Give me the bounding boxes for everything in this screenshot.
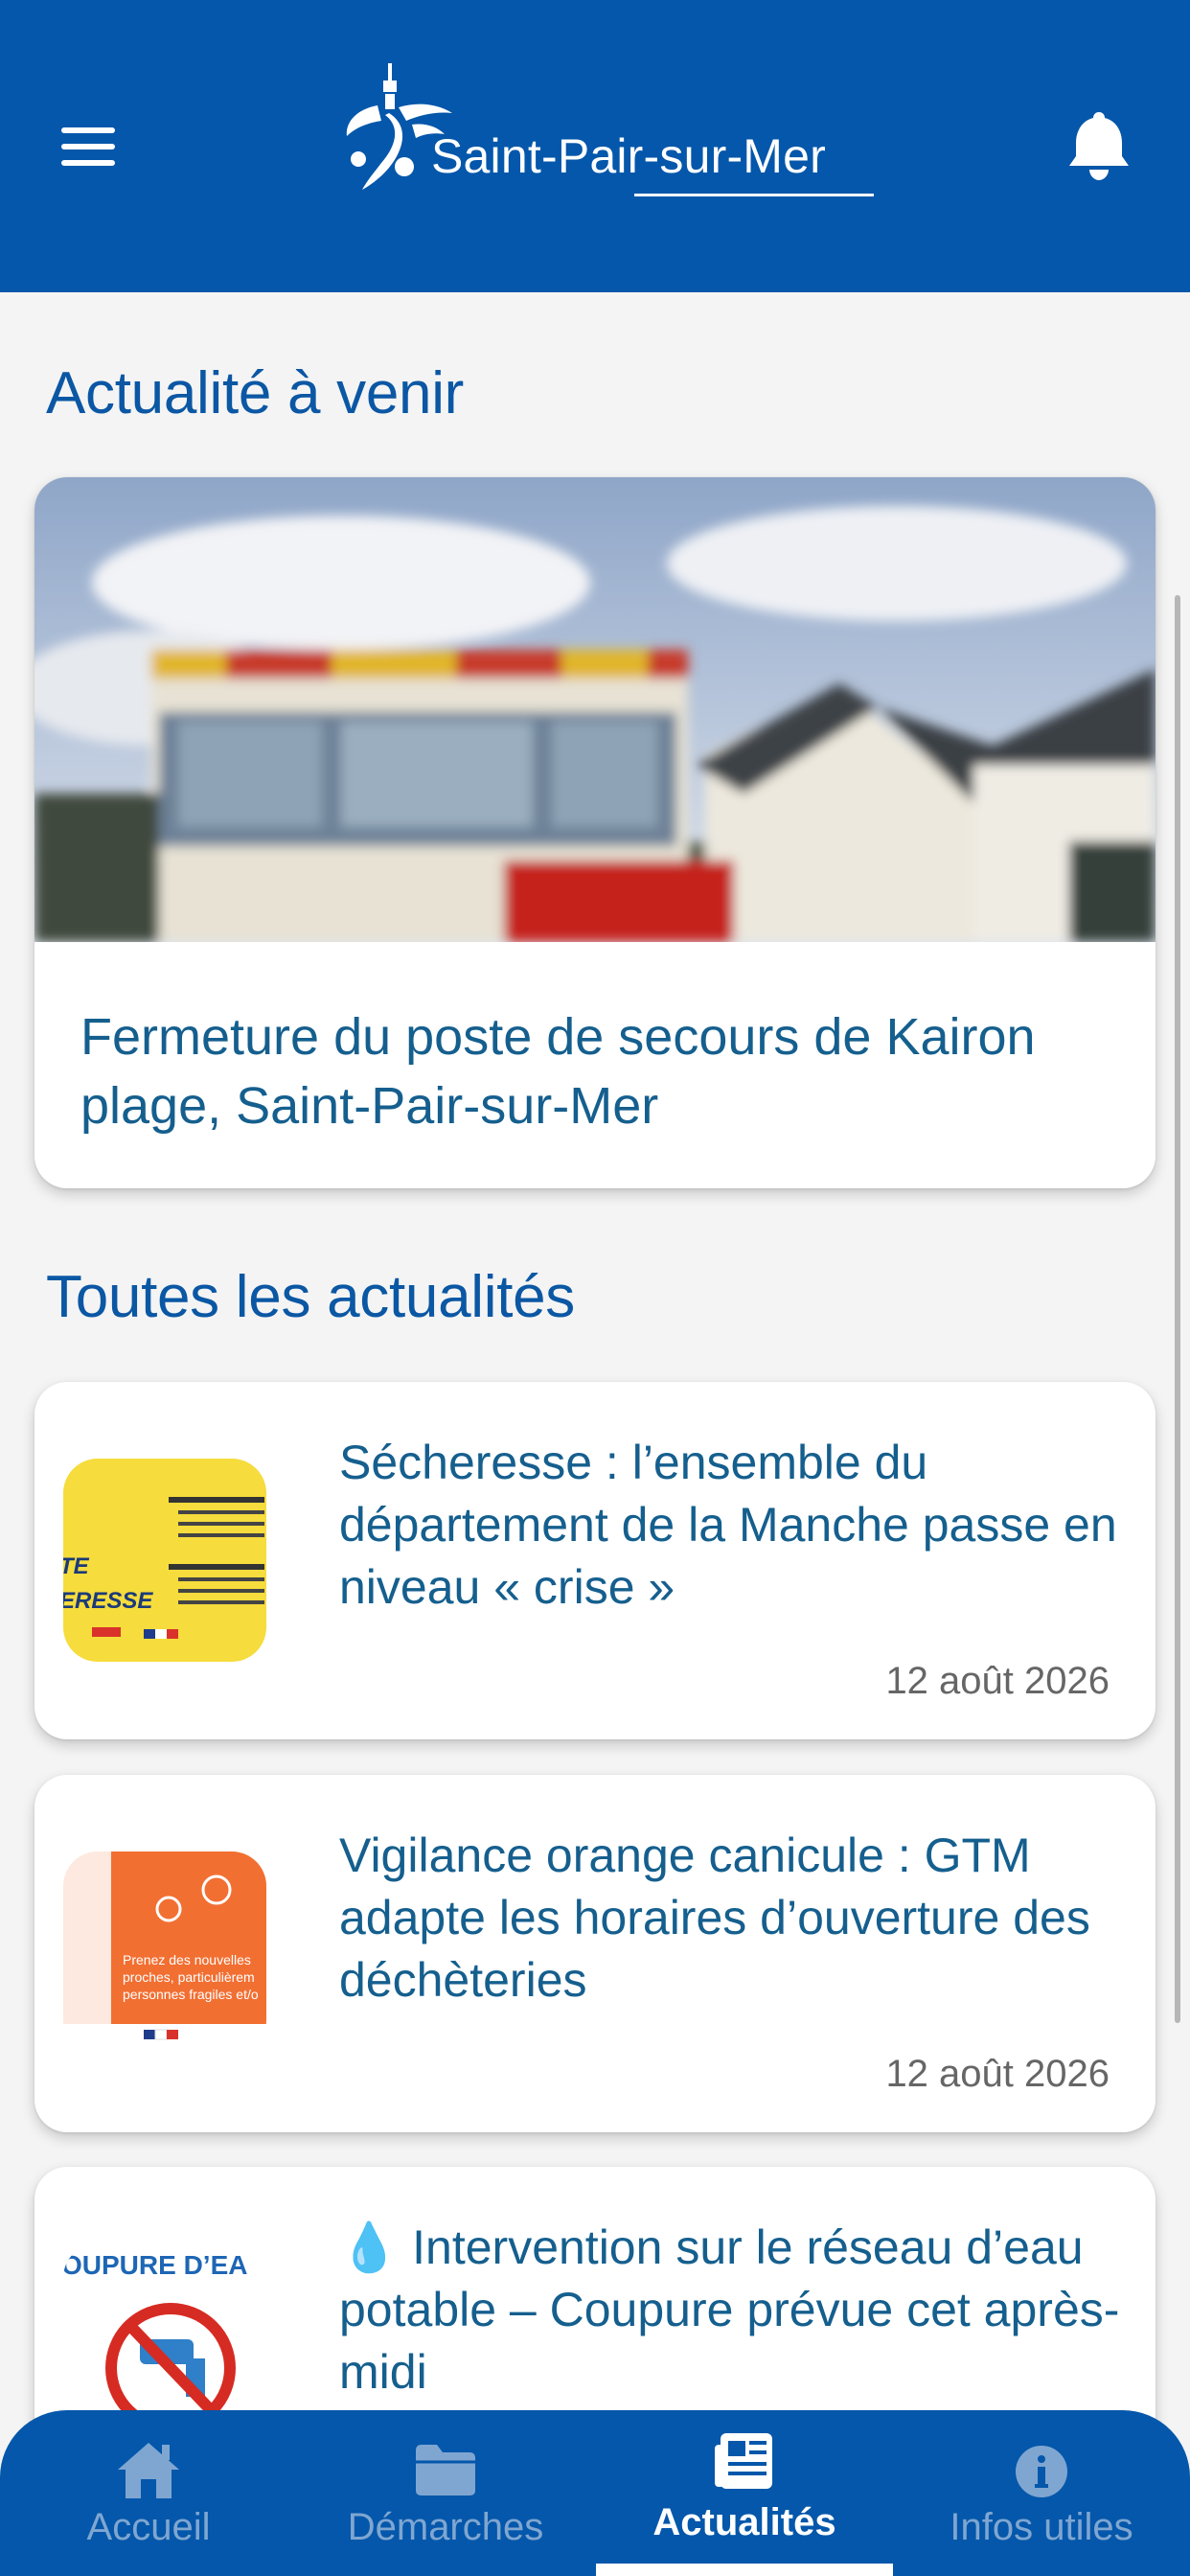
nav-label: Infos utiles: [950, 2506, 1133, 2548]
thumb-text: Prenez des nouvelles: [123, 1952, 251, 1967]
hamburger-menu-icon[interactable]: [61, 127, 117, 166]
news-title: Vigilance orange canicule : GTM adapte l…: [339, 1828, 1090, 2007]
news-title: Sécheresse : l’ensemble du département d…: [339, 1436, 1117, 1614]
thumb-text: personnes fragiles et/o: [123, 1987, 259, 2002]
active-tab-indicator: [596, 2564, 893, 2576]
info-icon: [1016, 2446, 1067, 2497]
app-header: Saint-Pair-sur-Mer: [0, 0, 1190, 292]
news-card[interactable]: TE ERESSE Sécheresse : l’ensemble du dép…: [34, 1382, 1156, 1739]
nav-item-actualites[interactable]: Actualités: [596, 2410, 893, 2576]
upcoming-news-card[interactable]: Fermeture du poste de secours de Kairon …: [34, 477, 1156, 1188]
thumb-text: proches, particulièrem: [123, 1969, 255, 1985]
drought-thumbnail: TE ERESSE: [63, 1459, 266, 1662]
news-date: 12 août 2026: [885, 1660, 1110, 1702]
news-date: 12 août 2026: [885, 2053, 1110, 2095]
thumb-text: ERESSE: [63, 1588, 153, 1614]
nav-label: Actualités: [652, 2501, 836, 2543]
news-title: 💧 Intervention sur le réseau d’eau potab…: [339, 2220, 1120, 2399]
bottom-navigation: Accueil Démarches Actualités Infos utile…: [0, 2410, 1190, 2576]
logo-underline: [634, 194, 874, 196]
nav-item-infos-utiles[interactable]: Infos utiles: [893, 2410, 1190, 2576]
scrollbar[interactable]: [1175, 595, 1180, 2023]
app-logo: Saint-Pair-sur-Mer: [337, 59, 874, 203]
newspaper-icon: [715, 2433, 772, 2489]
upcoming-news-title: Fermeture du poste de secours de Kairon …: [80, 1008, 1036, 1135]
news-card[interactable]: Prenez des nouvelles proches, particuliè…: [34, 1775, 1156, 2132]
thumb-text: OUPURE D’EA: [63, 2250, 247, 2280]
nav-item-accueil[interactable]: Accueil: [0, 2410, 297, 2576]
nav-label: Accueil: [86, 2506, 211, 2548]
home-icon: [118, 2443, 179, 2498]
news-feed[interactable]: Actualité à venir Fermeture du poste de …: [0, 292, 1190, 2524]
heatwave-thumbnail: Prenez des nouvelles proches, particuliè…: [63, 1852, 266, 2055]
lifeguard-station-photo: [34, 477, 1156, 942]
nav-item-demarches[interactable]: Démarches: [297, 2410, 594, 2576]
all-news-section-title: Toutes les actualités: [46, 1264, 576, 1330]
app-name: Saint-Pair-sur-Mer: [431, 129, 826, 183]
upcoming-section-title: Actualité à venir: [46, 360, 465, 426]
folder-icon: [416, 2445, 475, 2496]
bell-icon[interactable]: [1068, 110, 1130, 181]
thumb-text: TE: [63, 1553, 90, 1579]
nav-label: Démarches: [347, 2506, 544, 2548]
